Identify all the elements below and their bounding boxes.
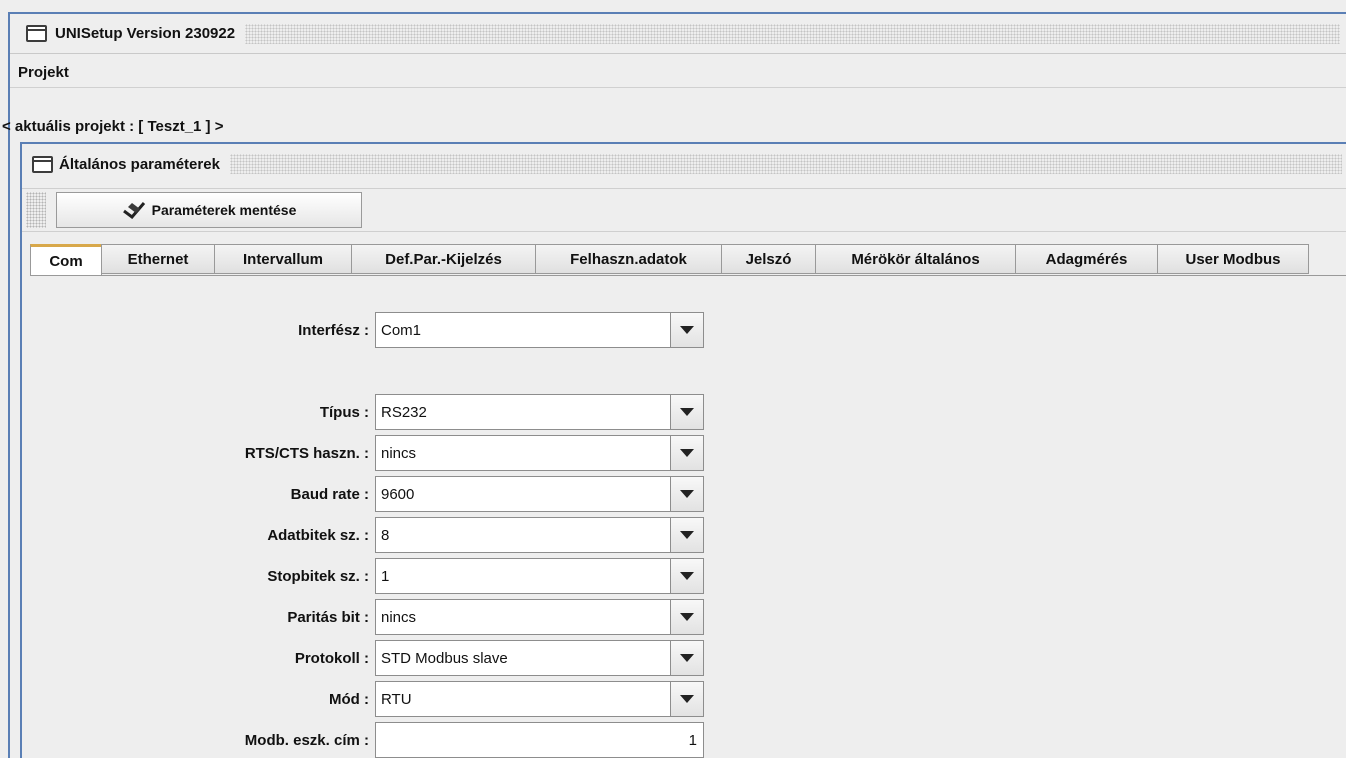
stop-bits-select[interactable]: 1	[375, 558, 704, 594]
interface-select[interactable]: Com1	[375, 312, 704, 348]
baud-value: 9600	[381, 485, 415, 503]
window-icon	[32, 155, 53, 173]
tab-merokor-altalanos[interactable]: Mérökör általános	[815, 244, 1016, 274]
dropdown-button[interactable]	[670, 641, 703, 675]
chevron-down-icon	[680, 531, 694, 539]
protocol-select[interactable]: STD Modbus slave	[375, 640, 704, 676]
titlebar-hatch	[229, 154, 1342, 174]
current-project-label: < aktuális projekt : [ Teszt_1 ] >	[2, 118, 224, 135]
dropdown-button[interactable]	[670, 600, 703, 634]
data-bits-select[interactable]: 8	[375, 517, 704, 553]
rts-cts-label: RTS/CTS haszn. :	[244, 444, 369, 462]
form-row-stop-bits: Stopbitek sz. : 1	[22, 558, 704, 594]
chevron-down-icon	[680, 572, 694, 580]
type-select[interactable]: RS232	[375, 394, 704, 430]
save-button-label: Paraméterek mentése	[151, 202, 297, 218]
tab-felhaszn-adatok[interactable]: Felhaszn.adatok	[535, 244, 722, 274]
toolbar-grip[interactable]	[26, 192, 46, 228]
mode-label: Mód :	[329, 690, 369, 708]
dropdown-button[interactable]	[670, 436, 703, 470]
stop-bits-label: Stopbitek sz. :	[267, 567, 369, 585]
chevron-down-icon	[680, 613, 694, 621]
dropdown-button[interactable]	[670, 518, 703, 552]
tab-jelszo[interactable]: Jelszó	[721, 244, 816, 274]
form-row-protocol: Protokoll : STD Modbus slave	[22, 640, 704, 676]
interface-label: Interfész :	[298, 321, 369, 339]
general-params-window: Általános paraméterek Paraméterek mentés…	[20, 142, 1346, 758]
chevron-down-icon	[680, 408, 694, 416]
tab-bar: Com Ethernet Intervallum Def.Par.-Kijelz…	[30, 244, 1309, 276]
modbus-addr-label: Modb. eszk. cím :	[244, 731, 369, 749]
baud-select[interactable]: 9600	[375, 476, 704, 512]
rts-cts-value: nincs	[381, 444, 417, 462]
window-title: UNISetup Version 230922	[55, 25, 236, 42]
tab-ethernet[interactable]: Ethernet	[101, 244, 215, 274]
parity-select[interactable]: nincs	[375, 599, 704, 635]
tab-intervallum[interactable]: Intervallum	[214, 244, 352, 274]
type-value: RS232	[381, 403, 427, 421]
interface-value: Com1	[381, 321, 422, 339]
save-icon	[122, 201, 146, 220]
dropdown-button[interactable]	[670, 395, 703, 429]
form-row-data-bits: Adatbitek sz. : 8	[22, 517, 704, 553]
inner-window-title: Általános paraméterek	[59, 155, 220, 173]
tab-user-modbus[interactable]: User Modbus	[1157, 244, 1309, 274]
protocol-label: Protokoll :	[294, 649, 369, 667]
main-window: UNISetup Version 230922 Projekt < aktuál…	[2, 12, 1346, 758]
window-titlebar[interactable]: UNISetup Version 230922	[10, 14, 1346, 54]
chevron-down-icon	[680, 695, 694, 703]
protocol-value: STD Modbus slave	[381, 649, 508, 667]
save-params-button[interactable]: Paraméterek mentése	[56, 192, 362, 228]
chevron-down-icon	[680, 654, 694, 662]
menubar: Projekt	[10, 58, 1346, 88]
parity-value: nincs	[381, 608, 417, 626]
modbus-addr-field[interactable]: 1	[375, 722, 704, 758]
toolbar: Paraméterek mentése	[22, 188, 1346, 232]
form-row-parity: Paritás bit : nincs	[22, 599, 704, 635]
titlebar-hatch	[245, 23, 1340, 44]
mode-select[interactable]: RTU	[375, 681, 704, 717]
type-label: Típus :	[319, 403, 369, 421]
tab-baseline	[30, 275, 1346, 276]
form-row-modbus-addr: Modb. eszk. cím : 1	[22, 722, 704, 758]
tab-def-par-kijelzes[interactable]: Def.Par.-Kijelzés	[351, 244, 536, 274]
data-bits-label: Adatbitek sz. :	[267, 526, 369, 544]
window-icon	[26, 25, 47, 42]
chevron-down-icon	[680, 326, 694, 334]
tab-com[interactable]: Com	[30, 244, 102, 276]
form-row-mode: Mód : RTU	[22, 681, 704, 717]
parity-label: Paritás bit :	[287, 608, 369, 626]
dropdown-button[interactable]	[670, 313, 703, 347]
chevron-down-icon	[680, 490, 694, 498]
mode-value: RTU	[381, 690, 412, 708]
menu-projekt[interactable]: Projekt	[18, 64, 69, 81]
form-row-type: Típus : RS232	[22, 394, 704, 430]
dropdown-button[interactable]	[670, 477, 703, 511]
stop-bits-value: 1	[381, 567, 390, 585]
dropdown-button[interactable]	[670, 559, 703, 593]
dropdown-button[interactable]	[670, 682, 703, 716]
inner-titlebar[interactable]: Általános paraméterek	[22, 144, 1346, 184]
chevron-down-icon	[680, 449, 694, 457]
form-row-baud: Baud rate : 9600	[22, 476, 704, 512]
form-row-interface: Interfész : Com1	[22, 312, 704, 348]
tab-adagmeres[interactable]: Adagmérés	[1015, 244, 1158, 274]
rts-cts-select[interactable]: nincs	[375, 435, 704, 471]
baud-label: Baud rate :	[290, 485, 369, 503]
data-bits-value: 8	[381, 526, 390, 544]
form-row-rts-cts: RTS/CTS haszn. : nincs	[22, 435, 704, 471]
